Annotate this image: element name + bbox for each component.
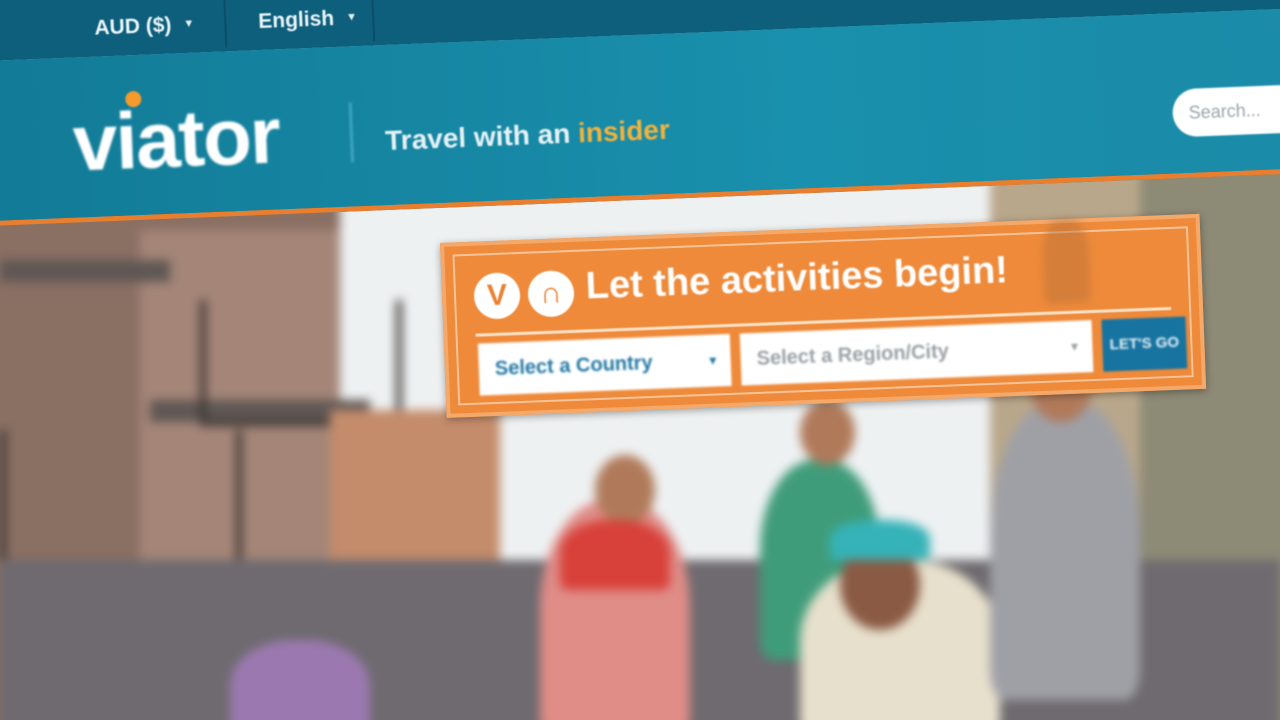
- language-label: English: [257, 7, 335, 34]
- viator-logo[interactable]: viator: [71, 89, 280, 189]
- chevron-down-icon: ▼: [183, 17, 195, 31]
- region-select-value: Select a Region/City: [756, 340, 950, 370]
- photo-person-behind-widget: [1041, 218, 1091, 304]
- country-select[interactable]: Select a Country ▼: [477, 333, 732, 396]
- photo-railing: [200, 300, 402, 426]
- photo-person: [230, 640, 370, 720]
- photo-person-head: [800, 400, 855, 465]
- tagline: Travel with an insider: [385, 114, 671, 157]
- photo-person-scarf: [560, 520, 670, 590]
- activity-search-widget: V ∩ Let the activities begin! Select a C…: [440, 213, 1207, 418]
- chevron-down-icon: ▼: [1068, 339, 1081, 354]
- photo-person: [990, 400, 1140, 700]
- language-selector[interactable]: English ▼: [258, 6, 358, 34]
- chevron-down-icon: ▼: [345, 11, 358, 24]
- photo-balcony: [0, 260, 170, 282]
- currency-label: AUD ($): [93, 13, 172, 40]
- utility-divider: [223, 0, 228, 48]
- chevron-down-icon: ▼: [706, 353, 719, 368]
- tagline-prefix: Travel with an: [384, 117, 571, 157]
- lets-go-button[interactable]: LET'S GO: [1101, 316, 1188, 372]
- utility-divider: [371, 0, 376, 42]
- header-divider: [348, 102, 355, 163]
- photo-person-hat: [830, 520, 930, 560]
- search-input[interactable]: Search...: [1171, 83, 1280, 138]
- country-select-value: Select a Country: [494, 351, 654, 380]
- currency-selector[interactable]: AUD ($) ▼: [94, 13, 195, 41]
- photo-person-head: [595, 455, 655, 525]
- tagline-accent: insider: [577, 113, 671, 149]
- screenshot-scene: AUD ($) ▼ English ▼ viator Travel with an …: [0, 0, 1280, 720]
